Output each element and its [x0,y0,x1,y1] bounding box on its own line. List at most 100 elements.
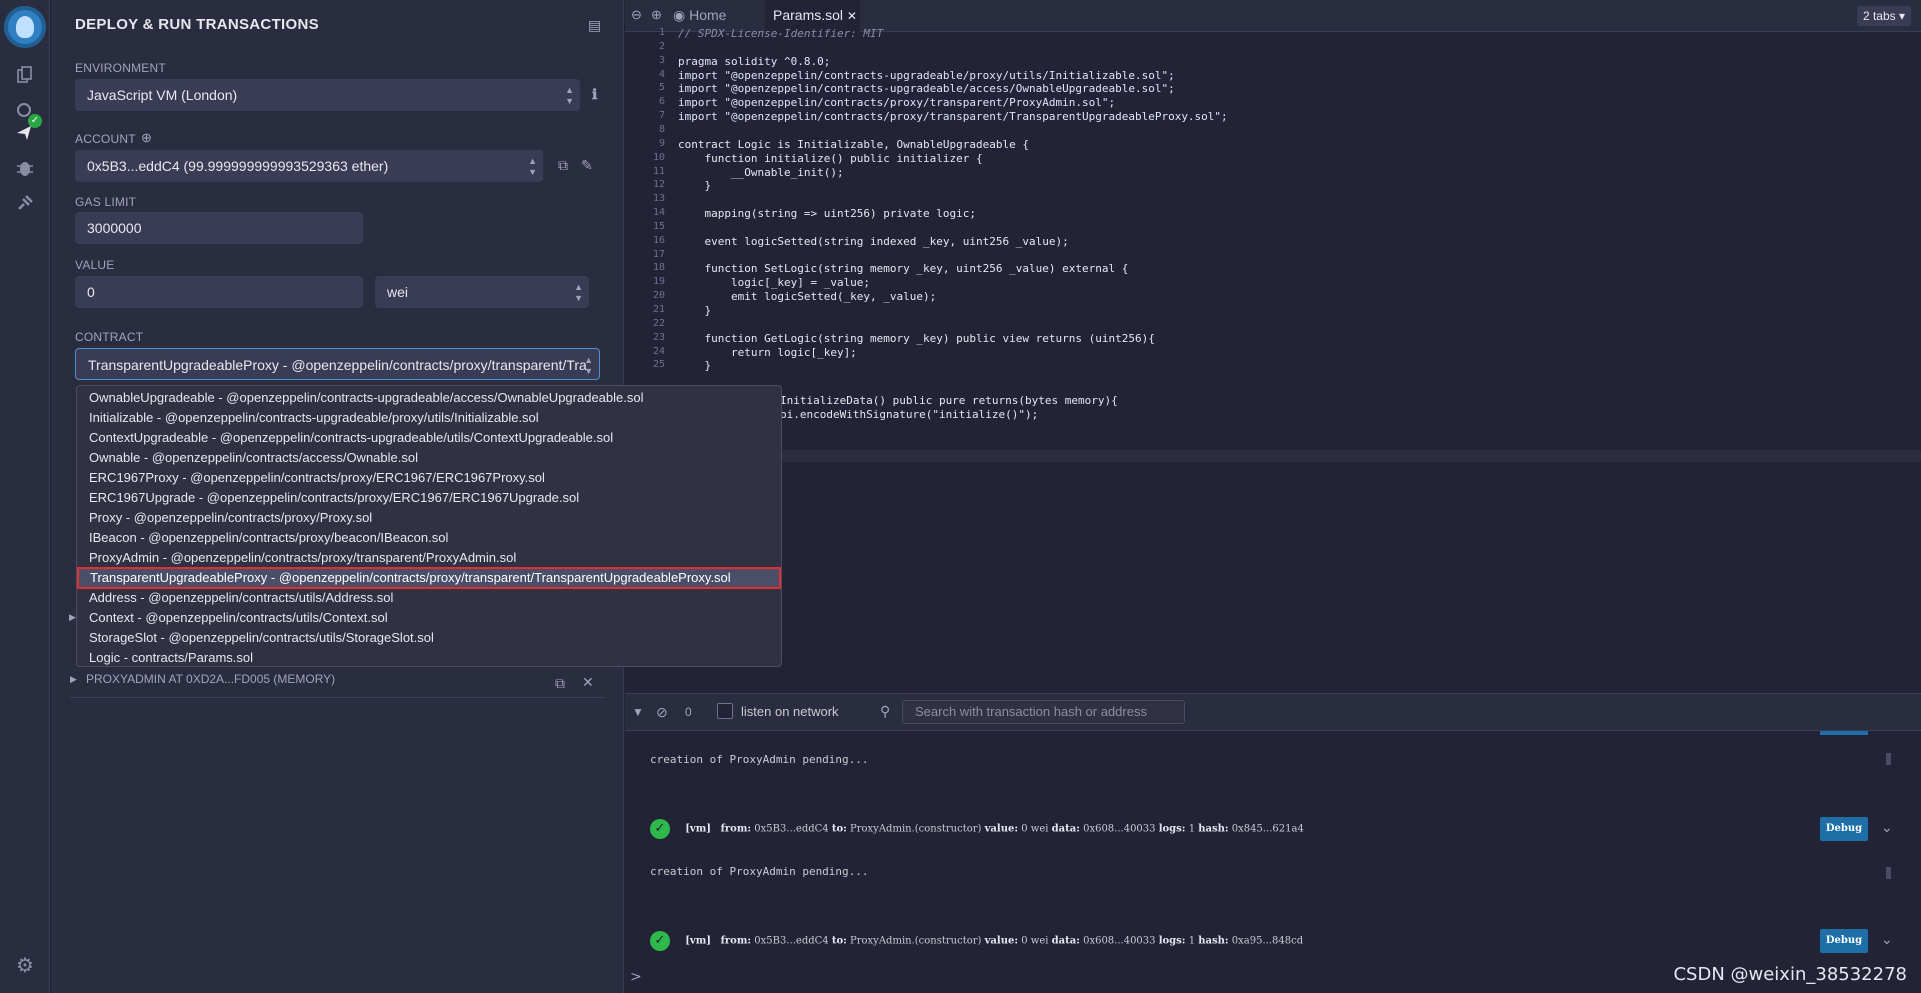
line-number: 5 [658,82,665,94]
select-arrows-icon: ▲ ▼ [528,156,537,177]
value-input[interactable]: 0 [75,276,363,308]
contract-option[interactable]: ERC1967Upgrade - @openzeppelin/contracts… [77,488,781,508]
tab-params-label: Params.sol [773,7,844,23]
code-line: import "@openzeppelin/contracts-upgradea… [678,68,1175,82]
remix-logo-icon[interactable] [4,6,46,48]
contract-option[interactable]: Initializable - @openzeppelin/contracts-… [77,408,781,428]
code-line: } [678,359,712,373]
plugin-manager-icon[interactable] [10,188,40,218]
contract-option[interactable]: Proxy - @openzeppelin/contracts/proxy/Pr… [77,508,781,528]
contract-select[interactable]: TransparentUpgradeableProxy - @openzeppe… [75,348,600,380]
copy-address-icon[interactable]: ⧉ [558,157,568,174]
search-icon: ⚲ [880,703,891,719]
contract-option[interactable]: StorageSlot - @openzeppelin/contracts/ut… [77,628,781,648]
chevron-down-icon[interactable]: ▼ [632,705,644,719]
code-line-27-fragment: InitializeData() public pure returns(byt… [780,394,1118,407]
line-number: 11 [652,165,665,177]
environment-label: ENVIRONMENT [75,61,166,75]
sign-message-icon[interactable]: ✎ [581,157,593,174]
line-number: 20 [652,290,665,302]
chevron-down-icon[interactable]: ⌄ [1881,932,1893,948]
pending-count: 0 [685,705,692,719]
success-check-icon: ✓ [650,931,670,951]
line-number: 8 [658,123,665,135]
account-select[interactable]: 0x5B3...eddC4 (99.999999999993529363 eth… [75,150,543,182]
tabs-count-button[interactable]: 2 tabs ▾ [1856,6,1911,26]
contract-option[interactable]: TransparentUpgradeableProxy - @openzeppe… [77,567,781,589]
editor-current-line [625,450,1921,462]
contract-option[interactable]: Context - @openzeppelin/contracts/utils/… [77,608,781,628]
line-number: 15 [652,220,665,232]
settings-gear-icon[interactable]: ⚙ [10,950,40,980]
icon-bar: ✓ ⚙ [0,0,50,993]
contract-option[interactable]: ProxyAdmin - @openzeppelin/contracts/pro… [77,548,781,568]
line-number: 12 [652,179,665,191]
contract-value: TransparentUpgradeableProxy - @openzeppe… [88,357,587,373]
environment-select[interactable]: JavaScript VM (London) ▲ ▼ [75,79,580,111]
terminal-prompt[interactable]: > [630,969,642,985]
debug-button-edge [1820,731,1868,735]
add-account-icon[interactable]: ⊕ [141,130,152,146]
line-number: 2 [658,40,665,52]
debug-button[interactable]: Debug [1820,929,1868,953]
line-number: 19 [652,276,665,288]
code-line: import "@openzeppelin/contracts-upgradea… [678,82,1175,96]
success-check-icon: ✓ [650,819,670,839]
line-number: 3 [658,54,665,66]
line-number: 17 [652,248,665,260]
contract-option[interactable]: OwnableUpgradeable - @openzeppelin/contr… [77,388,781,408]
contract-option[interactable]: Address - @openzeppelin/contracts/utils/… [77,588,781,608]
contract-label: CONTRACT [75,330,144,344]
file-explorer-icon[interactable] [10,60,40,90]
gas-limit-input[interactable]: 3000000 [75,212,363,244]
debug-button[interactable]: Debug [1820,817,1868,841]
line-number: 6 [658,96,665,108]
terminal-output: creation of ProxyAdmin pending... ✓ [vm]… [625,731,1921,993]
chevron-down-icon[interactable]: ⌄ [1881,820,1893,836]
transaction-search-input[interactable]: Search with transaction hash or address [902,700,1185,724]
account-label: ACCOUNT [75,132,136,146]
transaction-log-1[interactable]: ✓ [vm] from: 0x5B3...eddC4 to: ProxyAdmi… [650,819,1304,839]
close-tab-icon[interactable]: ✕ [847,9,857,23]
code-line: emit logicSetted(_key, _value); [678,290,937,304]
contract-option[interactable]: Ownable - @openzeppelin/contracts/access… [77,448,781,468]
line-number: 9 [658,137,665,149]
home-icon: ◉ [673,7,690,23]
info-icon[interactable]: ℹ [592,86,597,103]
line-number: 14 [652,207,665,219]
account-value: 0x5B3...eddC4 (99.999999999993529363 eth… [87,158,389,174]
clear-console-icon[interactable]: ⊘ [656,704,668,721]
copy-instance-icon[interactable]: ⧉ [555,672,565,694]
scroll-marker [1886,867,1891,879]
line-number: 18 [652,262,665,274]
watermark: CSDN @weixin_38532278 [1673,964,1907,985]
documentation-icon[interactable]: ▤ [588,17,601,34]
contract-option[interactable]: ERC1967Proxy - @openzeppelin/contracts/p… [77,468,781,488]
line-number: 1 [658,27,665,38]
tab-home-label: Home [689,7,727,23]
code-line: function SetLogic(string memory _key, ui… [678,262,1129,276]
remix-ide: ✓ ⚙ DEPLOY & RUN TRANSACTIONS ▤ ENVIRONM… [0,0,1921,993]
line-number: 13 [652,193,665,205]
close-instance-icon[interactable]: ✕ [582,671,594,693]
terminal-toolbar: ▼ ⊘ 0 listen on network ⚲ Search with tr… [625,693,1921,731]
contract-option[interactable]: Logic - contracts/Params.sol [77,648,781,668]
deployed-instance[interactable]: ▶ PROXYADMIN AT 0XD2A...FD005 (MEMORY) ⧉… [70,668,605,698]
contract-option[interactable]: IBeacon - @openzeppelin/contracts/proxy/… [77,528,781,548]
deployed-instance-label: PROXYADMIN AT 0XD2A...FD005 (MEMORY) [86,672,336,686]
select-arrows-icon: ▲ ▼ [574,282,583,303]
code-editor[interactable]: 1// SPDX-License-Identifier: MIT 2 3 pragma… [625,27,1921,672]
select-arrows-icon: ▲ ▼ [584,355,593,376]
code-line: contract Logic is Initializable, Ownable… [678,137,1029,151]
code-line: event logicSetted(string indexed _key, u… [678,234,1069,248]
deploy-run-icon[interactable] [10,118,40,148]
code-line: // SPDX-License-Identifier: MIT [678,27,884,40]
listen-label: listen on network [741,704,839,719]
listen-checkbox[interactable] [717,703,733,719]
transaction-log-2[interactable]: ✓ [vm] from: 0x5B3...eddC4 to: ProxyAdmi… [650,931,1303,951]
code-line: mapping(string => uint256) private logic… [678,207,977,221]
value-unit-select[interactable]: wei ▲ ▼ [375,276,589,308]
panel-title: DEPLOY & RUN TRANSACTIONS [75,16,319,33]
contract-option[interactable]: ContextUpgradeable - @openzeppelin/contr… [77,428,781,448]
debugger-icon[interactable] [10,153,40,183]
